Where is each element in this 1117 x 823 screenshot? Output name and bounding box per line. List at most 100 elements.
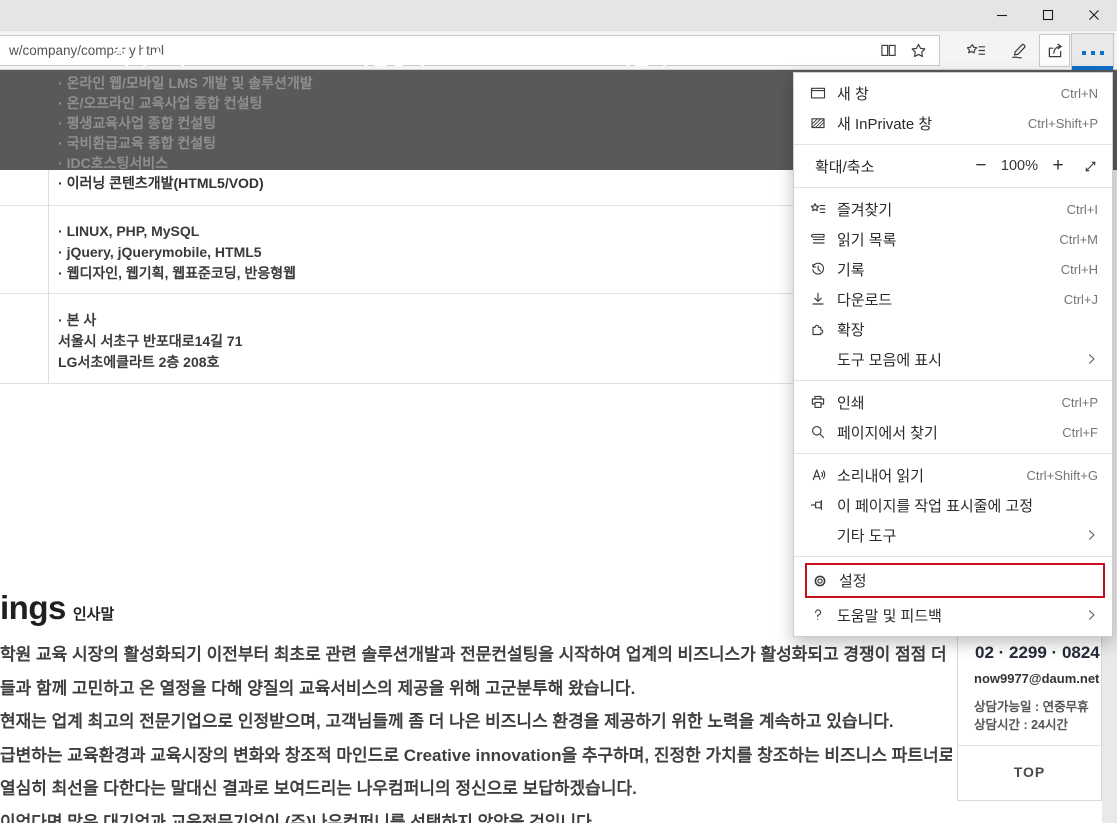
history-icon [809, 261, 826, 277]
print-icon [809, 394, 826, 410]
service-item: 이러닝 콘텐츠개발(HTML5/VOD) [58, 173, 313, 193]
service-item: 평생교육사업 종합 컨설팅 [58, 113, 313, 133]
menu-item-help-feedback[interactable]: 도움말 및 피드백 [794, 600, 1112, 630]
scroll-to-top-button[interactable]: TOP [958, 764, 1101, 780]
zoom-in-button[interactable]: + [1045, 153, 1071, 179]
inprivate-icon [809, 115, 826, 131]
zoom-out-button[interactable]: − [968, 153, 994, 179]
service-item: 국비환급교육 종합 컨설팅 [58, 133, 313, 153]
read-aloud-icon [809, 467, 826, 483]
menu-item-label: 다운로드 [837, 289, 1064, 310]
menu-item-history[interactable]: 기록Ctrl+H [794, 254, 1112, 284]
add-favorite-star-icon[interactable] [903, 36, 933, 65]
menu-item-shortcut: Ctrl+I [1067, 202, 1098, 217]
menu-item-pin-to-taskbar[interactable]: 이 페이지를 작업 표시줄에 고정 [794, 490, 1112, 520]
settings-highlight-box: 설정 [805, 563, 1105, 598]
tech-item: 웹디자인, 웹기획, 웹표준코딩, 반응형웹 [58, 263, 296, 284]
chevron-right-icon [1085, 528, 1098, 542]
new-window-icon [809, 85, 826, 101]
menu-item-label: 새 InPrivate 창 [837, 113, 1028, 134]
service-item: 온/오프라인 교육사업 종합 컨설팅 [58, 93, 313, 113]
menu-item-shortcut: Ctrl+N [1061, 86, 1098, 101]
menu-item-new-inprivate-window[interactable]: 새 InPrivate 창Ctrl+Shift+P [794, 108, 1112, 138]
favorites-hub-button[interactable] [956, 33, 996, 68]
menu-item-label: 이 페이지를 작업 표시줄에 고정 [837, 495, 1098, 516]
address-line: LG서초에클라트 2층 208호 [58, 352, 243, 373]
menu-item-label: 기타 도구 [837, 525, 1077, 546]
menu-item-label: 읽기 목록 [837, 229, 1059, 250]
web-notes-button[interactable] [1000, 33, 1038, 68]
menu-item-shortcut: Ctrl+J [1064, 292, 1098, 307]
zoom-level-value: 100% [1001, 158, 1038, 174]
maximize-button[interactable] [1025, 0, 1071, 30]
menu-item-shortcut: Ctrl+P [1062, 395, 1098, 410]
web-notes-pen-icon [1010, 42, 1029, 60]
greeting-line: 학원 교육 시장의 활성화되기 이전부터 최초로 관련 솔루션개발과 전문컨설팅… [0, 638, 952, 672]
greeting-line: 급변하는 교육환경과 교육시장의 변화와 창조적 마인드로 Creative i… [0, 739, 952, 773]
menu-item-label: 페이지에서 찾기 [837, 422, 1062, 443]
menu-item-shortcut: Ctrl+Shift+G [1026, 468, 1098, 483]
menu-item-settings[interactable]: 설정 [807, 565, 1103, 596]
menu-item-label: 기록 [837, 259, 1061, 280]
chevron-right-icon [1085, 608, 1098, 622]
site-nav-company[interactable]: 회사소개 [112, 41, 186, 70]
close-button[interactable] [1071, 0, 1117, 30]
address-line: 서울시 서초구 반포대로14길 71 [58, 331, 243, 352]
chevron-right-icon [1085, 352, 1098, 366]
menu-item-shortcut: Ctrl+F [1062, 425, 1098, 440]
close-icon [1088, 9, 1100, 21]
menu-item-label: 새 창 [837, 83, 1061, 104]
menu-item-show-in-toolbar[interactable]: 도구 모음에 표시 [794, 344, 1112, 374]
menu-item-label: 도움말 및 피드백 [837, 605, 1077, 626]
site-nav-business[interactable]: 사업영역 [352, 41, 426, 70]
greeting-paragraphs: 학원 교육 시장의 활성화되기 이전부터 최초로 관련 솔루션개발과 전문컨설팅… [0, 638, 952, 823]
favorites-hub-icon [809, 201, 826, 217]
share-button[interactable] [1039, 34, 1070, 67]
menu-item-downloads[interactable]: 다운로드Ctrl+J [794, 284, 1112, 314]
office-address: 본 사서울시 서초구 반포대로14길 71LG서초에클라트 2층 208호 [58, 310, 243, 373]
tech-item: jQuery, jQuerymobile, HTML5 [58, 242, 296, 263]
menu-item-more-tools[interactable]: 기타 도구 [794, 520, 1112, 550]
menu-item-read-aloud[interactable]: 소리내어 읽기Ctrl+Shift+G [794, 460, 1112, 490]
contact-divider [958, 745, 1101, 746]
title-bar [0, 0, 1117, 31]
download-icon [809, 291, 826, 307]
greeting-line: 열심히 최선을 다한다는 말대신 결과로 보여드리는 나우컴퍼니의 정신으로 보… [0, 772, 952, 806]
service-item: 온라인 웹/모바일 LMS 개발 및 솔루션개발 [58, 73, 313, 93]
extensions-icon [809, 321, 826, 337]
menu-item-shortcut: Ctrl+M [1059, 232, 1098, 247]
menu-item-new-window[interactable]: 새 창Ctrl+N [794, 78, 1112, 108]
service-list: 온라인 웹/모바일 LMS 개발 및 솔루션개발온/오프라인 교육사업 종합 컨… [58, 73, 313, 193]
reading-view-icon[interactable] [873, 36, 903, 65]
contact-phone: 02 · 2299 · 0824 [975, 643, 1100, 663]
browser-more-menu: 새 창Ctrl+N새 InPrivate 창Ctrl+Shift+P확대/축소−… [793, 72, 1113, 637]
site-nav-customer[interactable]: 고객센터 [594, 41, 668, 70]
browser-window: w/company/company.html 회사소개 사업영역 고객센터 온라… [0, 0, 1117, 823]
greeting-line: 현재는 업계 최고의 전문기업으로 인정받으며, 고객님들께 좀 더 나은 비즈… [0, 705, 952, 739]
help-icon [809, 607, 826, 623]
menu-divider [794, 380, 1112, 381]
minimize-icon [996, 9, 1008, 21]
menu-item-label: 확장 [837, 319, 1098, 340]
fullscreen-icon[interactable] [1083, 159, 1098, 174]
menu-item-label: 설정 [839, 570, 1089, 591]
share-icon [1046, 42, 1064, 60]
minimize-button[interactable] [979, 0, 1025, 30]
greeting-title-en: ings [0, 589, 66, 627]
menu-divider [794, 187, 1112, 188]
reading-list-icon [809, 231, 826, 247]
menu-item-shortcut: Ctrl+Shift+P [1028, 116, 1098, 131]
menu-item-reading-list[interactable]: 읽기 목록Ctrl+M [794, 224, 1112, 254]
menu-item-find-on-page[interactable]: 페이지에서 찾기Ctrl+F [794, 417, 1112, 447]
menu-item-extensions[interactable]: 확장 [794, 314, 1112, 344]
tech-item: LINUX, PHP, MySQL [58, 221, 296, 242]
menu-item-favorites[interactable]: 즐겨찾기Ctrl+I [794, 194, 1112, 224]
menu-divider [794, 453, 1112, 454]
more-actions-button[interactable] [1071, 33, 1114, 70]
menu-item-label: 도구 모음에 표시 [837, 349, 1077, 370]
menu-item-print[interactable]: 인쇄Ctrl+P [794, 387, 1112, 417]
contact-days: 상담가능일 : 연중무휴 [974, 696, 1089, 715]
menu-divider [794, 556, 1112, 557]
menu-item-label: 인쇄 [837, 392, 1062, 413]
more-actions-dots-icon [1082, 51, 1104, 55]
